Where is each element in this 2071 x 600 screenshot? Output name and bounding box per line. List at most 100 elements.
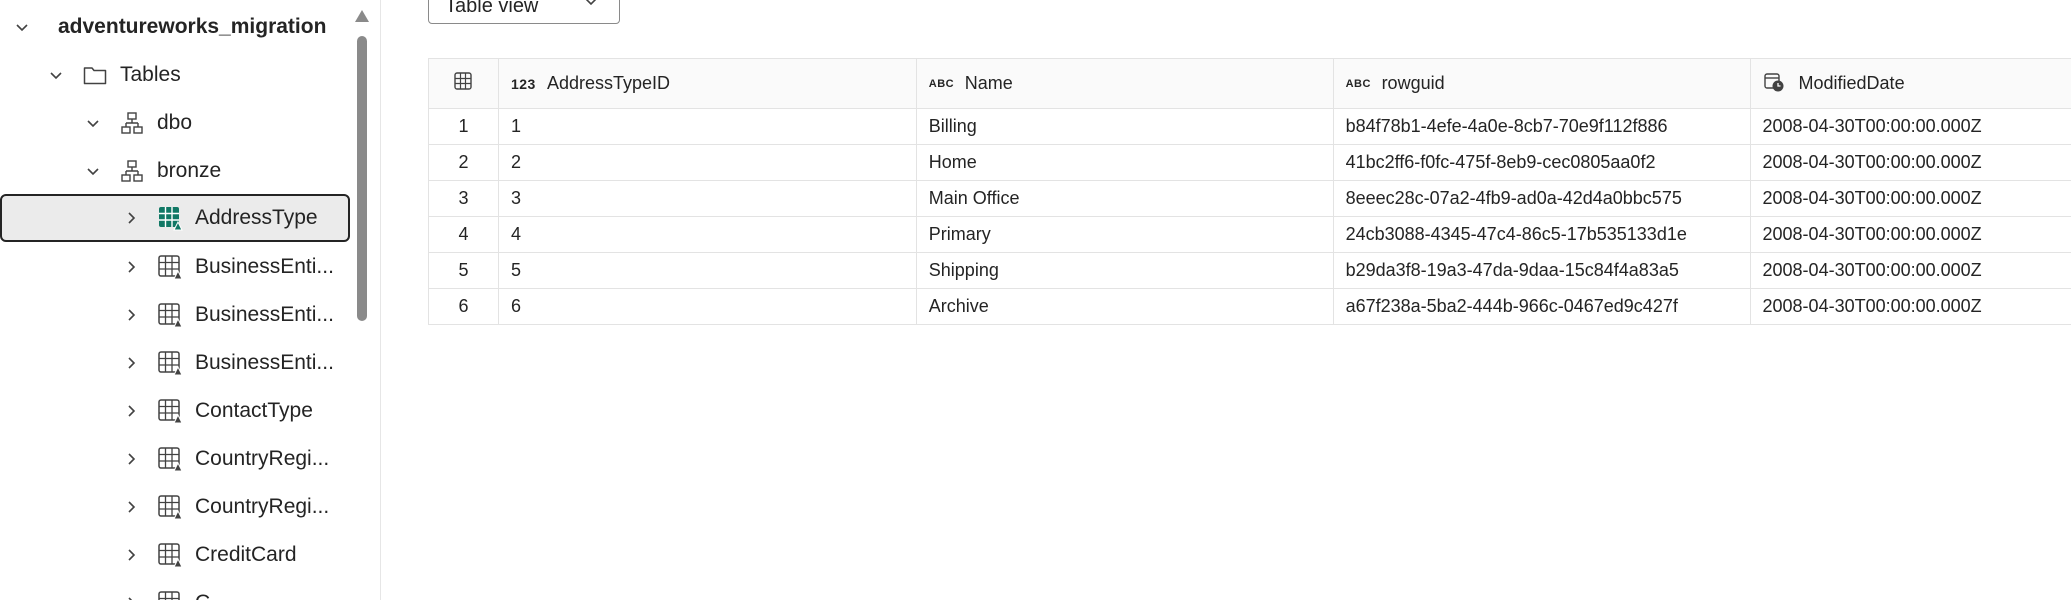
delta-table-icon xyxy=(157,350,183,376)
tree-item-label: CountryRegi... xyxy=(195,447,330,470)
tree-item-schema-bronze[interactable]: bronze xyxy=(0,147,350,195)
string-type-icon: ABC xyxy=(928,77,955,90)
scroll-up-arrow-icon[interactable] xyxy=(355,10,369,22)
column-header-name[interactable]: ABC Name xyxy=(915,58,1334,109)
tree-item-table[interactable]: BusinessEnti... xyxy=(0,243,350,291)
chevron-down-icon[interactable] xyxy=(83,113,103,133)
tree-item-label: Tables xyxy=(120,63,181,86)
table-row[interactable]: 5 5 Shipping b29da3f8-19a3-47da-9daa-15c… xyxy=(428,252,2071,289)
string-type-icon: ABC xyxy=(1345,77,1371,90)
row-index: 3 xyxy=(428,180,499,217)
chevron-right-icon[interactable] xyxy=(121,208,141,228)
explorer-scrollbar[interactable] xyxy=(355,0,369,600)
cell-rowguid[interactable]: b29da3f8-19a3-47da-9daa-15c84f4a83a5 xyxy=(1332,252,1751,289)
cell-rowguid[interactable]: 24cb3088-4345-47c4-86c5-17b535133d1e xyxy=(1332,216,1751,253)
view-mode-dropdown[interactable]: Table view xyxy=(428,0,620,24)
cell-modifieddate[interactable]: 2008-04-30T00:00:00.000Z xyxy=(1749,144,2071,181)
cell-rowguid[interactable]: 8eeec28c-07a2-4fb9-ad0a-42d4a0bbc575 xyxy=(1332,180,1751,217)
cell-name[interactable]: Main Office xyxy=(915,180,1334,217)
row-index: 5 xyxy=(428,252,499,289)
cell-rowguid[interactable]: b84f78b1-4efe-4a0e-8cb7-70e9f112f886 xyxy=(1332,108,1751,145)
cell-rowguid[interactable]: a67f238a-5ba2-444b-966c-0467ed9c427f xyxy=(1332,288,1751,325)
cell-addresstypeid[interactable]: 4 xyxy=(497,216,917,253)
table-row[interactable]: 2 2 Home 41bc2ff6-f0fc-475f-8eb9-cec0805… xyxy=(428,144,2071,181)
cell-modifieddate[interactable]: 2008-04-30T00:00:00.000Z xyxy=(1749,108,2071,145)
tree-item-label: ContactType xyxy=(195,399,313,422)
row-index: 1 xyxy=(428,108,499,145)
tree-item-table[interactable]: CreditCard xyxy=(0,531,350,579)
tree-item-label: dbo xyxy=(157,111,193,134)
tree-item-table[interactable]: ContactType xyxy=(0,387,350,435)
cell-modifieddate[interactable]: 2008-04-30T00:00:00.000Z xyxy=(1749,180,2071,217)
tree-item-label: adventureworks_migration xyxy=(58,15,327,38)
select-all-cell[interactable] xyxy=(428,58,499,109)
cell-modifieddate[interactable]: 2008-04-30T00:00:00.000Z xyxy=(1749,252,2071,289)
chevron-right-icon[interactable] xyxy=(121,401,141,421)
chevron-right-icon[interactable] xyxy=(121,257,141,277)
grid-header-row: 123 AddressTypeID ABC Name ABC rowguid M… xyxy=(428,58,2071,109)
column-header-addresstypeid[interactable]: 123 AddressTypeID xyxy=(497,58,917,109)
column-header-rowguid[interactable]: ABC rowguid xyxy=(1332,58,1751,109)
table-row[interactable]: 6 6 Archive a67f238a-5ba2-444b-966c-0467… xyxy=(428,288,2071,325)
cell-addresstypeid[interactable]: 3 xyxy=(497,180,917,217)
cell-name[interactable]: Archive xyxy=(915,288,1334,325)
chevron-down-icon[interactable] xyxy=(46,65,66,85)
column-header-label: rowguid xyxy=(1381,73,1445,93)
cell-modifieddate[interactable]: 2008-04-30T00:00:00.000Z xyxy=(1749,288,2071,325)
cell-addresstypeid[interactable]: 6 xyxy=(497,288,917,325)
tree-item-table[interactable]: C... xyxy=(0,579,350,600)
tree-item-schema-dbo[interactable]: dbo xyxy=(0,99,350,147)
calendar-clock-icon xyxy=(1763,71,1791,96)
scrollbar-thumb[interactable] xyxy=(357,36,367,321)
folder-icon xyxy=(82,62,108,88)
schema-icon xyxy=(119,158,145,184)
table-row[interactable]: 4 4 Primary 24cb3088-4345-47c4-86c5-17b5… xyxy=(428,216,2071,253)
delta-table-icon xyxy=(157,494,183,520)
data-grid: 123 AddressTypeID ABC Name ABC rowguid M… xyxy=(428,58,2071,325)
view-mode-value: Table view xyxy=(445,0,539,17)
cell-name[interactable]: Home xyxy=(915,144,1334,181)
column-header-modifieddate[interactable]: ModifiedDate xyxy=(1749,58,2071,109)
column-header-label: AddressTypeID xyxy=(546,73,671,93)
chevron-down-icon[interactable] xyxy=(83,161,103,181)
delta-table-icon xyxy=(157,590,183,600)
tree-item-label: AddressType xyxy=(195,206,318,229)
tree-item-table[interactable]: CountryRegi... xyxy=(0,483,350,531)
table-grid-icon xyxy=(453,72,473,95)
cell-modifieddate[interactable]: 2008-04-30T00:00:00.000Z xyxy=(1749,216,2071,253)
tree-item-database[interactable]: adventureworks_migration xyxy=(0,3,350,51)
chevron-right-icon[interactable] xyxy=(121,305,141,325)
chevron-right-icon[interactable] xyxy=(121,449,141,469)
row-index: 4 xyxy=(428,216,499,253)
cell-name[interactable]: Billing xyxy=(915,108,1334,145)
data-preview-area: Table view 123 AddressTypeID ABC Name AB… xyxy=(381,0,2071,600)
table-row[interactable]: 1 1 Billing b84f78b1-4efe-4a0e-8cb7-70e9… xyxy=(428,108,2071,145)
delta-table-icon xyxy=(157,542,183,568)
delta-table-icon xyxy=(157,205,183,231)
tree-item-table[interactable]: BusinessEnti... xyxy=(0,291,350,339)
lakehouse-explorer-window: adventureworks_migration Tables dbo bron… xyxy=(0,0,2071,600)
tree-item-table-addresstype[interactable]: AddressType xyxy=(0,194,350,242)
cell-addresstypeid[interactable]: 5 xyxy=(497,252,917,289)
cell-name[interactable]: Primary xyxy=(915,216,1334,253)
tree-item-label: BusinessEnti... xyxy=(195,351,334,374)
tree-item-tables-folder[interactable]: Tables xyxy=(0,51,350,99)
tree-item-label: CreditCard xyxy=(195,543,297,566)
chevron-right-icon[interactable] xyxy=(121,497,141,517)
tree-item-table[interactable]: CountryRegi... xyxy=(0,435,350,483)
tree-item-label: bronze xyxy=(157,159,222,182)
chevron-right-icon[interactable] xyxy=(121,353,141,373)
delta-table-icon xyxy=(157,254,183,280)
chevron-down-icon[interactable] xyxy=(12,17,32,37)
cell-name[interactable]: Shipping xyxy=(915,252,1334,289)
cell-addresstypeid[interactable]: 2 xyxy=(497,144,917,181)
cell-rowguid[interactable]: 41bc2ff6-f0fc-475f-8eb9-cec0805aa0f2 xyxy=(1332,144,1751,181)
chevron-right-icon[interactable] xyxy=(121,545,141,565)
tree-item-table[interactable]: BusinessEnti... xyxy=(0,339,350,387)
schema-icon xyxy=(119,110,145,136)
table-row[interactable]: 3 3 Main Office 8eeec28c-07a2-4fb9-ad0a-… xyxy=(428,180,2071,217)
object-explorer-pane: adventureworks_migration Tables dbo bron… xyxy=(0,0,381,600)
cell-addresstypeid[interactable]: 1 xyxy=(497,108,917,145)
chevron-right-icon[interactable] xyxy=(121,593,141,600)
delta-table-icon xyxy=(157,398,183,424)
